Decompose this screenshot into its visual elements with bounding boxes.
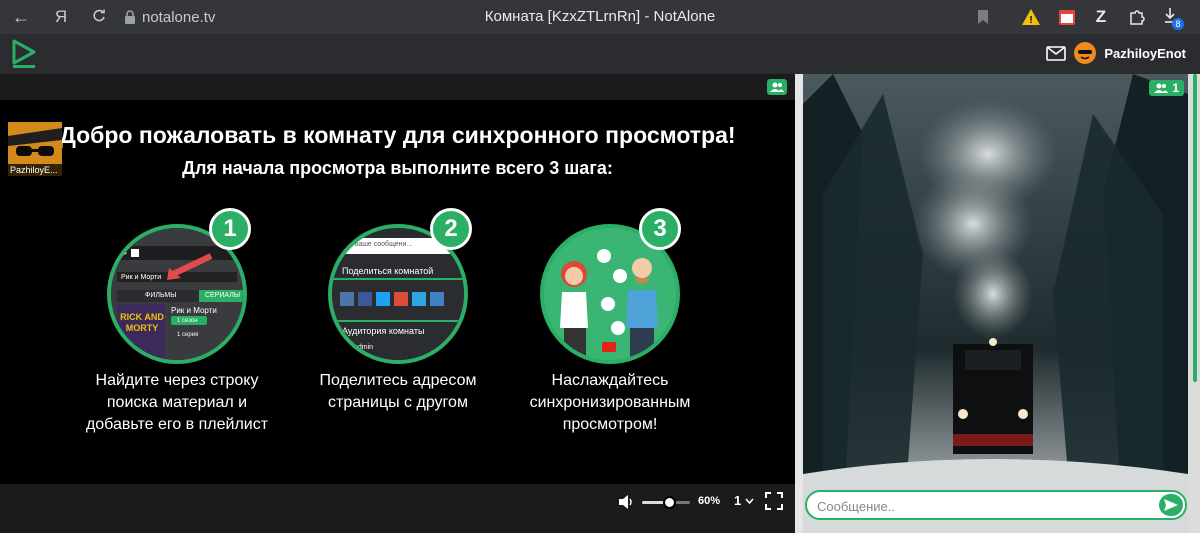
z-extension-icon[interactable]: Z xyxy=(1090,6,1112,28)
download-icon[interactable]: 8 xyxy=(1160,6,1184,30)
user-avatar[interactable] xyxy=(1074,42,1097,64)
chat-input-box xyxy=(805,490,1187,520)
site-header: PazhiloyEnot xyxy=(0,34,1200,74)
download-badge: 8 xyxy=(1172,18,1184,30)
warning-extension-icon[interactable]: ! xyxy=(1020,6,1042,28)
train-background-image xyxy=(803,74,1188,533)
svg-text:!: ! xyxy=(1029,15,1032,26)
volume-value: 60% xyxy=(698,495,721,507)
username[interactable]: PazhiloyEnot xyxy=(1104,46,1186,61)
mail-icon[interactable] xyxy=(1046,45,1067,61)
step-1-mock-tab-films: ФИЛЬМЫ xyxy=(145,292,177,299)
player-bottom-strip xyxy=(0,520,795,533)
step-1-mock-title: Рик и Морти xyxy=(171,306,217,315)
puzzle-extension-icon[interactable] xyxy=(1126,6,1148,28)
users-icon xyxy=(1154,83,1169,93)
quality-select[interactable]: 1 xyxy=(734,493,741,508)
video-player: Добро пожаловать в комнату для синхронно… xyxy=(0,74,795,520)
step-2-caption: Поделитесь адресом страницы с другом xyxy=(319,372,477,411)
step-1-mock-season: 1 сезон xyxy=(177,318,198,324)
chevron-down-icon[interactable] xyxy=(745,498,754,504)
participant-avatar: PazhiloyE... xyxy=(8,122,62,176)
reload-icon[interactable] xyxy=(88,6,110,28)
participant-name: PazhiloyE... xyxy=(8,164,62,176)
users-icon xyxy=(770,82,784,92)
step-1-mock-tab-series: СЕРИАЛЫ xyxy=(205,292,241,299)
step-1-badge: 1 xyxy=(209,208,251,250)
volume-icon[interactable] xyxy=(618,495,634,509)
chat-panel: 1 xyxy=(803,74,1188,533)
browser-toolbar: ← Я notalone.tv Комната [KzxZTLrnRn] - N… xyxy=(0,0,1200,34)
welcome-title: Добро пожаловать в комнату для синхронно… xyxy=(59,122,736,148)
address-bar[interactable]: notalone.tv xyxy=(124,7,215,27)
back-arrow-icon[interactable]: ← xyxy=(10,6,32,28)
notalone-logo[interactable] xyxy=(10,38,38,70)
chat-scrollbar-thumb[interactable] xyxy=(1193,74,1197,382)
url-text: notalone.tv xyxy=(142,8,216,26)
step-3-caption: Наслаждайтесь синхронизированным просмот… xyxy=(529,372,691,433)
send-icon xyxy=(1164,499,1178,511)
step-1-caption: Найдите через строку поиска материал и д… xyxy=(85,372,269,433)
step-2-mock-share: Поделиться комнатой xyxy=(342,266,434,276)
step-1-mock-search: Рик и Морти xyxy=(121,274,162,281)
step-2-mock-audience: Аудитория комнаты xyxy=(342,326,425,336)
video-area[interactable]: Добро пожаловать в комнату для синхронно… xyxy=(0,100,795,484)
chat-viewers-badge[interactable]: 1 xyxy=(1149,80,1184,96)
viewers-count: 1 xyxy=(1172,81,1179,95)
chat-message-input[interactable] xyxy=(817,496,1157,516)
fullscreen-icon[interactable] xyxy=(765,492,783,510)
yandex-icon[interactable]: Я xyxy=(50,6,72,28)
step-3-badge: 3 xyxy=(639,208,681,250)
send-button[interactable] xyxy=(1159,494,1183,516)
chat-scrollbar[interactable] xyxy=(1188,74,1200,533)
lock-icon xyxy=(125,10,135,24)
step-2-mock-user: admin xyxy=(354,344,374,351)
step-2-mock-input: ...ите ваше сообщени... xyxy=(336,241,413,248)
room-users-button[interactable] xyxy=(767,79,787,95)
calendar-extension-icon[interactable] xyxy=(1056,6,1078,28)
welcome-subtitle: Для начала просмотра выполните всего 3 ш… xyxy=(182,158,613,178)
player-controls: 60% 1 xyxy=(0,484,795,520)
player-top-bar xyxy=(0,74,795,100)
volume-slider-knob[interactable] xyxy=(663,496,676,509)
panel-divider[interactable] xyxy=(795,74,803,533)
step-1-poster: RICK AND MORTY xyxy=(120,312,164,333)
volume-slider[interactable] xyxy=(642,496,690,509)
step-2-badge: 2 xyxy=(430,208,472,250)
step-1-mock-series: 1 серия xyxy=(177,332,199,338)
bookmark-icon[interactable] xyxy=(972,6,994,28)
